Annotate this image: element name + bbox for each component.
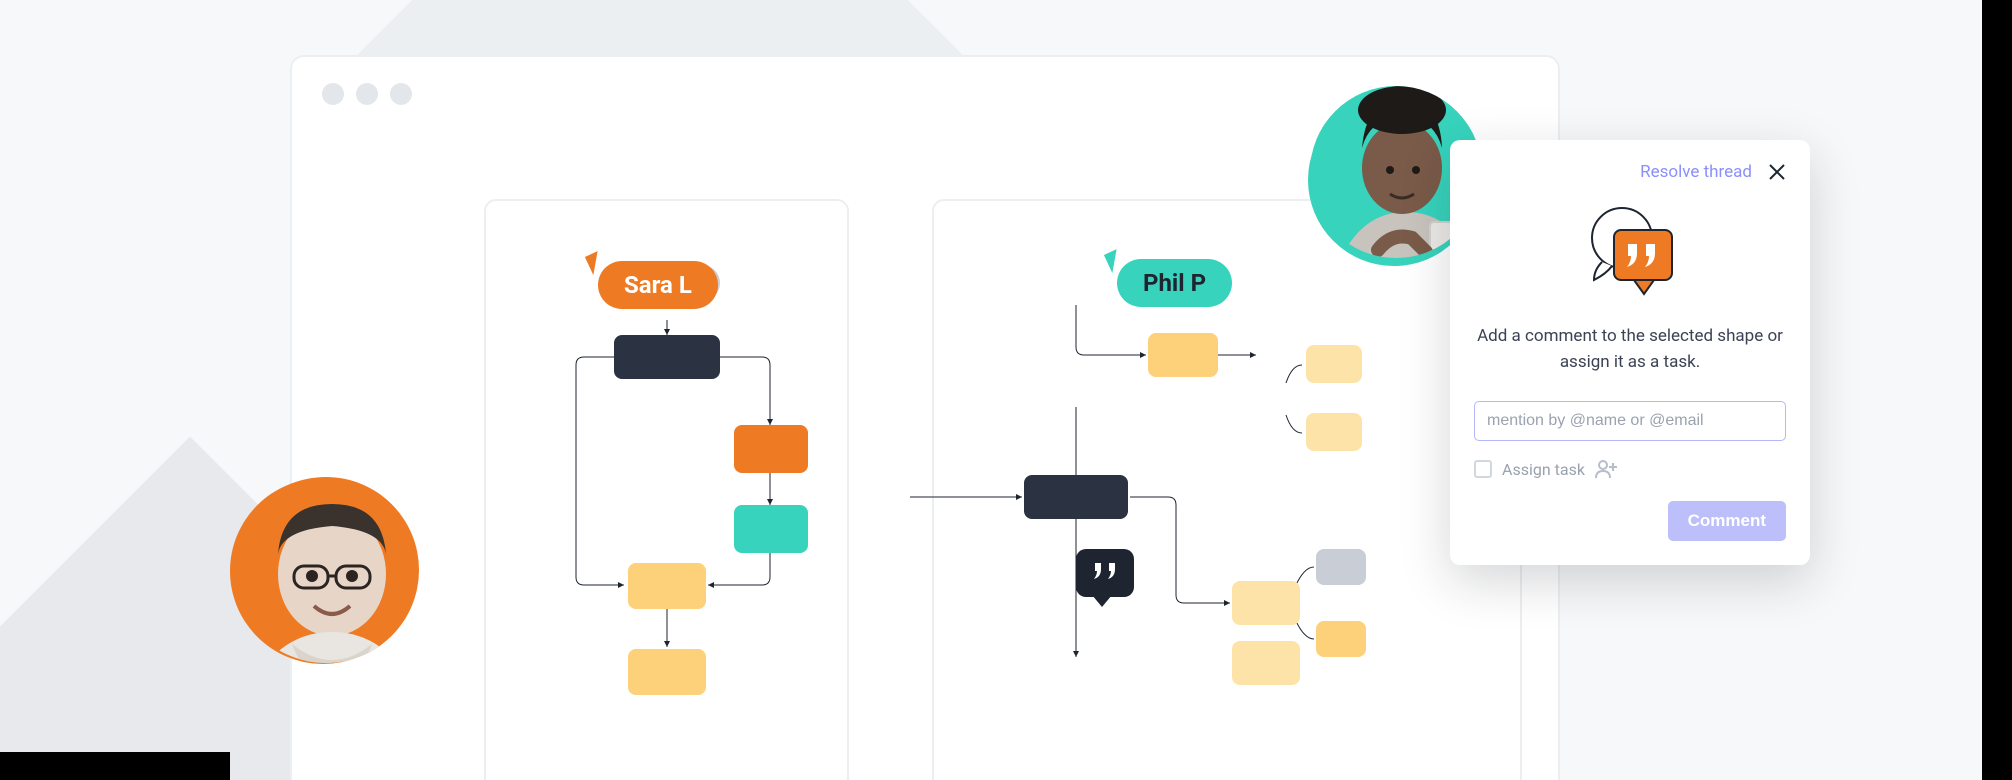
assign-user-icon[interactable] [1595,459,1617,479]
flow-node[interactable] [1232,641,1300,685]
flow-node[interactable] [734,425,808,473]
window-controls [322,83,412,105]
flow-node[interactable] [1148,333,1218,377]
cursor-label: Sara L [624,271,692,299]
avatar-sara-image [232,476,432,706]
collaborator-cursor-phil: Phil P [1117,259,1232,307]
window-dot [322,83,344,105]
close-icon[interactable] [1768,163,1786,181]
assign-task-label: Assign task [1502,460,1585,479]
background-bar [0,752,230,780]
comment-button[interactable]: Comment [1668,501,1786,541]
flow-node[interactable] [1316,549,1366,585]
window-dot [356,83,378,105]
flow-node[interactable] [1306,413,1362,451]
flow-node[interactable] [628,563,706,609]
cursor-label: Phil P [1143,269,1206,297]
flow-node[interactable] [614,335,720,379]
window-dot [390,83,412,105]
resolve-thread-link[interactable]: Resolve thread [1640,162,1752,182]
assign-task-checkbox[interactable] [1474,460,1492,478]
comment-icon[interactable] [1076,549,1134,597]
flow-node[interactable] [1316,621,1366,657]
flow-node[interactable] [734,505,808,553]
flow-node[interactable] [1306,345,1362,383]
comment-popover: Resolve thread Add a comment to the sele… [1450,140,1810,565]
comment-input[interactable] [1474,401,1786,441]
flow-node[interactable] [1232,581,1300,625]
flow-node[interactable] [1024,475,1128,519]
comment-description: Add a comment to the selected shape or a… [1474,324,1786,375]
comment-hero-icon [1474,204,1786,304]
right-edge-shadow [1982,0,2012,780]
flow-node[interactable] [628,649,706,695]
collaborator-cursor-sara: Sara L [598,261,718,309]
